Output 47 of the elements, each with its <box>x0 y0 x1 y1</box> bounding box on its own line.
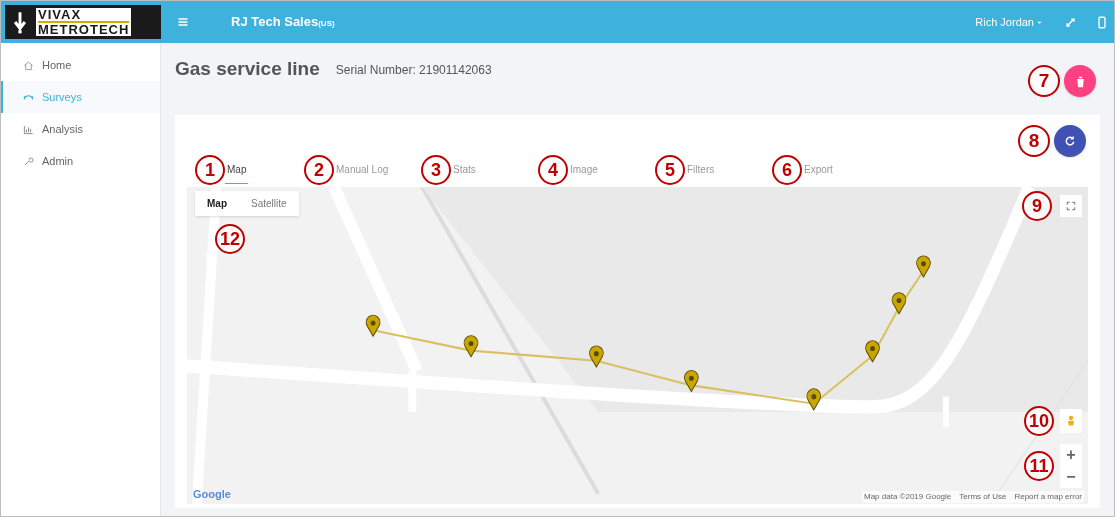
page-title: Gas service line <box>175 57 320 81</box>
home-icon <box>23 59 34 71</box>
map-attribution: Map data ©2019 Google <box>864 491 952 503</box>
callout-number: 6 <box>772 155 802 185</box>
organization-name: RJ Tech Sales <box>231 13 319 32</box>
street-view-button[interactable] <box>1060 409 1082 433</box>
tab[interactable]: Image <box>568 156 600 184</box>
brand-name: METROTECH <box>38 23 130 36</box>
callout-number: 10 <box>1024 406 1054 436</box>
zoom-in-button[interactable]: + <box>1060 444 1082 466</box>
tab[interactable]: Filters <box>685 156 717 184</box>
map-type-button[interactable]: Map <box>195 191 239 216</box>
callout-number: 11 <box>1024 451 1054 481</box>
serial-number: Serial Number: 21901142063 <box>335 62 492 79</box>
menu-icon[interactable] <box>177 16 189 28</box>
device-icon[interactable] <box>1096 15 1108 29</box>
callout-number: 3 <box>421 155 451 185</box>
callout-number: 8 <box>1018 125 1050 157</box>
sidebar-item[interactable]: Admin <box>1 145 160 177</box>
expand-icon[interactable] <box>1065 16 1076 28</box>
map-logo: Google <box>193 486 231 502</box>
callout-number: 1 <box>195 155 225 185</box>
callout-number: 4 <box>538 155 568 185</box>
refresh-button[interactable] <box>1054 125 1086 157</box>
map-link[interactable]: Terms of Use <box>959 491 1007 503</box>
organization-region: (US) <box>318 18 335 30</box>
callout-number: 7 <box>1028 65 1060 97</box>
delete-button[interactable] <box>1064 65 1096 97</box>
tab[interactable]: Manual Log <box>334 156 391 184</box>
person-icon <box>1065 414 1077 428</box>
map[interactable]: Map Satellite 12 9 10 11 + − Google Map data ©2019 Google Terms of Use Report a map error <box>187 187 1088 504</box>
chart-icon <box>23 123 34 135</box>
fullscreen-button[interactable] <box>1060 195 1082 217</box>
brand-name: VIVAX <box>38 8 130 23</box>
wrench-icon <box>23 155 34 167</box>
sidebar-item[interactable]: Analysis <box>1 113 160 145</box>
map-type-button[interactable]: Satellite <box>239 191 299 216</box>
fullscreen-icon <box>1066 201 1076 211</box>
refresh-icon <box>1064 135 1076 147</box>
zoom-out-button[interactable]: − <box>1060 466 1082 488</box>
callout-number: 5 <box>655 155 685 185</box>
callout-number: 2 <box>304 155 334 185</box>
map-link[interactable]: Report a map error <box>1014 491 1082 503</box>
sidebar-item[interactable]: Home <box>1 49 160 81</box>
tab[interactable]: Stats <box>451 156 478 184</box>
tab[interactable]: Map <box>225 156 249 184</box>
callout-number: 12 <box>215 224 245 254</box>
